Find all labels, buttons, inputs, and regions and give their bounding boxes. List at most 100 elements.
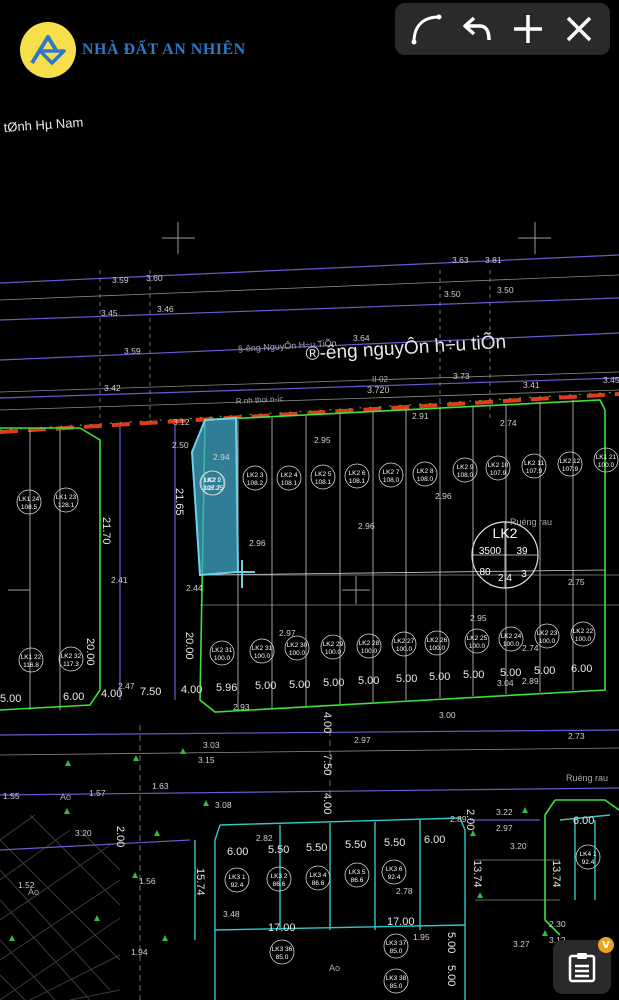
lk2-marker-v2: 39 bbox=[516, 546, 528, 557]
lot-area: 86.6 bbox=[273, 881, 286, 888]
svg-text:1.63: 1.63 bbox=[152, 781, 169, 791]
add-icon[interactable] bbox=[506, 7, 550, 51]
lk2-marker-name: LK2 bbox=[493, 525, 518, 541]
svg-text:3.42: 3.42 bbox=[104, 383, 121, 393]
lot-code: LK1 22 bbox=[21, 654, 42, 661]
lot-code: LK1 23 bbox=[56, 494, 77, 501]
svg-text:1.95: 1.95 bbox=[413, 932, 430, 942]
svg-text:2.75: 2.75 bbox=[568, 577, 585, 587]
lot-area: 92.4 bbox=[582, 859, 595, 866]
svg-text:5.00: 5.00 bbox=[445, 932, 457, 953]
svg-text:2.91: 2.91 bbox=[412, 411, 429, 421]
selected-lot-highlight[interactable] bbox=[190, 416, 240, 577]
lot-area: 117.3 bbox=[63, 661, 79, 668]
svg-text:3.50: 3.50 bbox=[497, 285, 514, 295]
cadastral-map[interactable]: LK1 24108.5LK1 23128.1LK2 1127.7LK2 2108… bbox=[0, 0, 619, 1000]
svg-text:3.00: 3.00 bbox=[439, 710, 456, 720]
lot-area: 100.0 bbox=[469, 643, 486, 650]
svg-text:17.00: 17.00 bbox=[387, 916, 415, 928]
svg-text:2.93: 2.93 bbox=[233, 702, 250, 712]
lot-code: LK4 1 bbox=[580, 851, 597, 858]
lot-code: LK1 24 bbox=[19, 496, 40, 503]
svg-text:3.48: 3.48 bbox=[223, 909, 240, 919]
svg-text:5.00: 5.00 bbox=[396, 673, 417, 685]
lot-area: 100.0 bbox=[361, 648, 378, 655]
svg-text:4.00: 4.00 bbox=[181, 684, 202, 696]
notes-button[interactable]: V bbox=[553, 937, 614, 994]
lot-code: LK3 4 bbox=[310, 872, 327, 879]
svg-text:6.00: 6.00 bbox=[573, 815, 594, 827]
svg-text:5.00: 5.00 bbox=[323, 677, 344, 689]
svg-text:1.52: 1.52 bbox=[18, 880, 35, 890]
svg-text:3.59: 3.59 bbox=[112, 275, 129, 285]
svg-text:2.78: 2.78 bbox=[396, 886, 413, 896]
lot-area: 108.2 bbox=[247, 480, 264, 487]
lot-area: 86.6 bbox=[351, 877, 364, 884]
svg-text:2.96: 2.96 bbox=[358, 521, 375, 531]
lot-area: 108.0 bbox=[457, 472, 474, 479]
svg-text:21.70: 21.70 bbox=[100, 517, 112, 545]
lot-area: 108.25 bbox=[203, 485, 223, 492]
svg-text:2.00: 2.00 bbox=[114, 826, 126, 847]
lot-area: 108.1 bbox=[315, 479, 332, 486]
lk2-marker-v1: 3500 bbox=[479, 546, 502, 557]
svg-text:3.50: 3.50 bbox=[444, 289, 461, 299]
lot-code: LK2 23 bbox=[537, 630, 558, 637]
svg-text:3.12: 3.12 bbox=[173, 417, 190, 427]
lot-area: 85.0 bbox=[390, 983, 403, 990]
svg-text:6.00: 6.00 bbox=[227, 846, 248, 858]
svg-text:1.56: 1.56 bbox=[139, 876, 156, 886]
lot-area: 108.1 bbox=[281, 480, 298, 487]
svg-text:2.41: 2.41 bbox=[111, 575, 128, 585]
svg-text:1.57: 1.57 bbox=[89, 788, 106, 798]
lk2-block-marker[interactable]: LK2 3500 39 80 2.4 3 bbox=[471, 521, 539, 589]
svg-text:5.50: 5.50 bbox=[345, 839, 366, 851]
svg-text:2.82: 2.82 bbox=[256, 833, 273, 843]
svg-text:2.96: 2.96 bbox=[435, 491, 452, 501]
svg-text:2.95: 2.95 bbox=[314, 435, 331, 445]
svg-text:15.74: 15.74 bbox=[194, 868, 206, 896]
lot-code: LK2 32 bbox=[61, 653, 82, 660]
lot-code: LK2 26 bbox=[427, 637, 448, 644]
close-icon[interactable] bbox=[557, 7, 601, 51]
svg-text:2.44: 2.44 bbox=[186, 583, 203, 593]
brand-logo: NHÀ ĐẤT AN NHIÊN bbox=[20, 22, 246, 78]
lot-area: 100.0 bbox=[598, 462, 615, 469]
lot-area: 116.8 bbox=[23, 662, 39, 669]
lot-code: LK2 29 bbox=[323, 641, 344, 648]
svg-text:4.00: 4.00 bbox=[321, 712, 333, 733]
svg-text:3.81: 3.81 bbox=[485, 255, 502, 265]
svg-text:7.50: 7.50 bbox=[321, 754, 333, 775]
lot-area: 100.0 bbox=[539, 638, 556, 645]
svg-text:3.46: 3.46 bbox=[157, 304, 174, 314]
lot-code: LK2 12 bbox=[560, 458, 581, 465]
svg-text:3.08: 3.08 bbox=[215, 800, 232, 810]
svg-text:5.50: 5.50 bbox=[268, 844, 289, 856]
lot-area: 107.9 bbox=[490, 470, 507, 477]
lot-area: 100.0 bbox=[254, 653, 271, 660]
lk2-marker-v4: 2.4 bbox=[498, 573, 512, 584]
field-label-1: Ruéng rau bbox=[510, 517, 552, 527]
svg-text:6.00: 6.00 bbox=[63, 691, 84, 703]
lot-code: LK2 22 bbox=[573, 628, 594, 635]
lot-area: 85.0 bbox=[390, 948, 403, 955]
svg-text:2.30: 2.30 bbox=[549, 919, 566, 929]
map-toolbar bbox=[395, 3, 610, 55]
lot-code: LK2 25 bbox=[467, 635, 488, 642]
lot-code: LK2 7 bbox=[383, 469, 400, 476]
svg-text:5.50: 5.50 bbox=[384, 837, 405, 849]
undo-icon[interactable] bbox=[455, 7, 499, 51]
lot-area: 128.1 bbox=[58, 502, 75, 509]
svg-text:3.63: 3.63 bbox=[452, 255, 469, 265]
svg-text:2.73: 2.73 bbox=[568, 731, 585, 741]
lot-code: LK2 2 bbox=[205, 477, 222, 484]
lot-area: 108.1 bbox=[349, 478, 366, 485]
lot-area: 108.5 bbox=[21, 504, 38, 511]
svg-text:5.00: 5.00 bbox=[445, 965, 457, 986]
field-label-2: Ruéng rau bbox=[566, 773, 608, 783]
svg-text:3.73: 3.73 bbox=[453, 371, 470, 381]
svg-text:4.00: 4.00 bbox=[101, 688, 122, 700]
svg-text:3.45: 3.45 bbox=[603, 375, 619, 385]
curve-tool-icon[interactable] bbox=[404, 7, 448, 51]
svg-text:2.97: 2.97 bbox=[279, 628, 296, 638]
